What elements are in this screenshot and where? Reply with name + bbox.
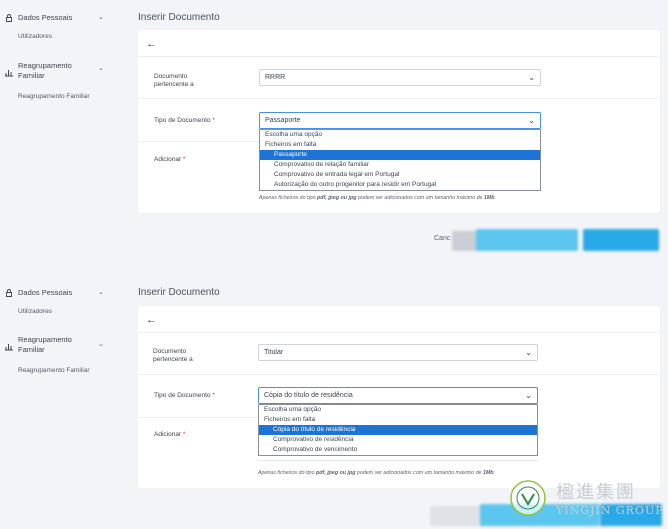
submit-button-redacted[interactable] [583,229,659,251]
sidebar-subitem-reagrupamento-familiar[interactable]: Reagrupamento Familiar [18,93,90,100]
sidebar-item-dados-pessoais[interactable]: Dados Pessoais ⌄ [4,288,104,298]
doc-owner-value: RRRR [265,74,286,81]
doc-type-select[interactable]: Passaporte ⌄ [259,112,541,129]
sidebar-item-reagrupamento[interactable]: Reagrupamento Familiar ⌄ [4,335,104,355]
sidebar-item-label-line1: Reagrupamento [18,335,72,344]
doc-owner-select[interactable]: Titular ⌄ [258,344,538,361]
chevron-down-icon: ⌄ [528,116,535,125]
chevron-down-icon: ⌄ [528,73,535,82]
page-title: Inserir Documento [138,12,220,23]
bar-chart-icon [5,344,13,351]
doc-owner-label: Documento pertencente a [154,73,194,88]
doc-owner-value: Titular [264,349,284,356]
yingjin-logo: 楹進集團 YINGJIN GROUP [508,476,668,526]
chevron-down-icon: ⌄ [98,289,104,296]
arrow-left-icon[interactable]: ← [146,38,157,50]
logo-text-en: YINGJIN GROUP [556,504,664,517]
dropdown-option[interactable]: Comprovativo de vencimento [259,445,537,455]
doc-type-dropdown: Escolha uma opção Ficheiros em falta Pas… [259,129,541,191]
doc-owner-label: Documento pertencente a [153,348,193,363]
redacted-area [430,506,484,526]
arrow-left-icon[interactable]: ← [146,314,157,326]
dropdown-option[interactable]: Comprovativo de entrada legal em Portuga… [260,170,540,180]
chevron-down-icon: ⌄ [98,14,104,21]
sidebar-item-label-line2: Familiar [18,345,45,354]
lock-icon [6,289,12,297]
lock-icon [6,14,12,22]
sidebar-item-reagrupamento[interactable]: Reagrupamento Familiar ⌄ [4,61,104,81]
sidebar-item-label: Dados Pessoais [18,288,73,297]
adicionar-label: Adicionar * [154,431,186,438]
redacted-button[interactable] [476,229,578,251]
dropdown-option[interactable]: Comprovativo de residência [259,435,537,445]
bar-chart-icon [5,70,13,77]
doc-type-value: Cópia do título de residência [264,392,353,399]
doc-owner-select[interactable]: RRRR ⌄ [259,69,541,86]
divider [138,332,660,333]
sidebar: Dados Pessoais ⌄ Utilizadores Reagrupame… [0,272,118,529]
divider [138,141,259,142]
divider [138,98,660,99]
sidebar-item-label: Dados Pessoais [18,13,73,22]
logo-text-cn: 楹進集團 [556,482,636,503]
chevron-down-icon: ⌄ [525,391,532,400]
dropdown-option[interactable]: Ficheiros em falta [260,140,540,150]
divider [138,417,258,418]
dropdown-option[interactable]: Comprovativo de relação familiar [260,160,540,170]
sidebar-subitem-utilizadores[interactable]: Utilizadores [18,33,52,40]
chevron-down-icon: ⌄ [98,65,104,72]
dropdown-option[interactable]: Ficheiros em falta [259,415,537,425]
upload-area-border [258,460,538,461]
adicionar-label: Adicionar * [154,156,186,163]
sidebar-item-label-line1: Reagrupamento [18,61,72,70]
sidebar: Dados Pessoais ⌄ Utilizadores Reagrupame… [0,0,118,264]
dropdown-option[interactable]: Autorização do outro progenitor para res… [260,180,540,190]
chevron-down-icon: ⌄ [98,341,104,348]
dropdown-option[interactable]: Escolha uma opção [260,130,540,140]
chevron-down-icon: ⌄ [525,348,532,357]
divider [138,374,660,375]
sidebar-subitem-reagrupamento-familiar[interactable]: Reagrupamento Familiar [18,367,90,374]
divider [138,56,660,57]
sidebar-subitem-utilizadores[interactable]: Utilizadores [18,308,52,315]
cancel-button[interactable]: Canc [434,235,450,242]
file-hint: Apenas ficheiros do tipo pdf, jpeg ou jp… [258,470,496,476]
doc-type-label: Tipo de Documento * [154,392,215,399]
sidebar-item-dados-pessoais[interactable]: Dados Pessoais ⌄ [4,13,104,23]
form-card: ← Documento pertencente a RRRR ⌄ Tipo de … [138,30,660,213]
screen-1: Dados Pessoais ⌄ Utilizadores Reagrupame… [0,0,668,264]
page-title: Inserir Documento [138,287,220,298]
dropdown-option[interactable]: Escolha uma opção [259,405,537,415]
dropdown-option-selected[interactable]: Passaporte [260,150,540,160]
form-card: ← Documento pertencente a Titular ⌄ Tipo … [138,306,660,488]
doc-type-dropdown: Escolha uma opção Ficheiros em falta Cóp… [258,404,538,456]
sidebar-item-label-line2: Familiar [18,71,45,80]
redacted-area [452,231,478,251]
dropdown-option-selected[interactable]: Cópia do título de residência [259,425,537,435]
doc-type-label: Tipo de Documento * [154,117,215,124]
file-hint: Apenas ficheiros do tipo pdf, jpeg ou jp… [259,195,497,201]
doc-type-value: Passaporte [265,117,301,124]
doc-type-select[interactable]: Cópia do título de residência ⌄ [258,387,538,404]
